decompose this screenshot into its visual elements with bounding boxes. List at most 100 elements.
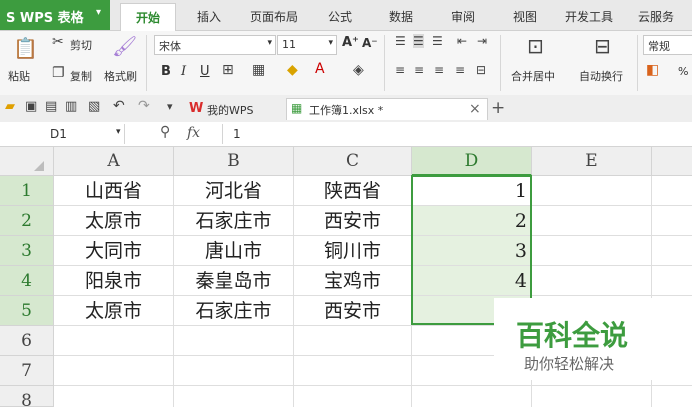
cell-d8[interactable] (412, 386, 532, 407)
cell-e1[interactable] (532, 176, 652, 206)
print-icon[interactable]: ▥ (65, 99, 77, 114)
format-painter-icon[interactable]: 🖌 (112, 34, 137, 58)
justify-icon[interactable]: ≡ (455, 63, 465, 77)
column-header-e[interactable]: E (532, 147, 652, 176)
number-format-select[interactable]: 常规 (643, 35, 692, 55)
cell-b3[interactable]: 唐山市 (174, 236, 294, 266)
select-all-corner[interactable] (0, 147, 54, 176)
insert-function-button[interactable]: fx (187, 125, 200, 141)
font-name-select[interactable]: 宋体 ▾ (154, 35, 276, 55)
cell-f8[interactable] (652, 386, 692, 407)
copy-button[interactable]: 复制 (70, 68, 92, 84)
cell-c4[interactable]: 宝鸡市 (294, 266, 412, 296)
menu-tab-cloud[interactable]: 云服务 (638, 8, 674, 25)
cell-c8[interactable] (294, 386, 412, 407)
cell-b1[interactable]: 河北省 (174, 176, 294, 206)
menu-tab-home[interactable]: 开始 (120, 3, 176, 32)
tab-workbook[interactable]: ▦ 工作簿1.xlsx * × (286, 98, 488, 120)
close-icon[interactable]: × (469, 101, 481, 117)
print-preview-icon[interactable]: ▧ (88, 99, 100, 114)
cell-e3[interactable] (532, 236, 652, 266)
column-header-f[interactable] (652, 147, 692, 176)
paste-icon[interactable]: 📋 (13, 36, 38, 60)
align-center-icon[interactable]: ≡ (414, 63, 424, 77)
menu-tab-view[interactable]: 视图 (513, 8, 537, 25)
cell-c3[interactable]: 铜川市 (294, 236, 412, 266)
row-header-4[interactable]: 4 (0, 266, 54, 296)
cell-c1[interactable]: 陕西省 (294, 176, 412, 206)
open-folder-icon[interactable]: ▰ (5, 99, 15, 114)
align-bottom-icon[interactable]: ☰ (432, 34, 443, 48)
column-header-a[interactable]: A (54, 147, 174, 176)
cell-a6[interactable] (54, 326, 174, 356)
cell-c5[interactable]: 西安市 (294, 296, 412, 326)
export-pdf-icon[interactable]: ▤ (45, 99, 57, 114)
cell-f4[interactable] (652, 266, 692, 296)
new-tab-button[interactable]: + (491, 98, 505, 118)
cell-b5[interactable]: 石家庄市 (174, 296, 294, 326)
menu-tab-insert[interactable]: 插入 (197, 8, 221, 25)
cell-a3[interactable]: 大同市 (54, 236, 174, 266)
scissors-icon[interactable]: ✂ (52, 34, 64, 50)
cell-a1[interactable]: 山西省 (54, 176, 174, 206)
menu-tab-developer[interactable]: 开发工具 (565, 8, 613, 25)
zoom-search-icon[interactable]: ⚲ (160, 124, 170, 140)
cell-b8[interactable] (174, 386, 294, 407)
merge-center-button[interactable]: 合并居中 (511, 68, 555, 84)
currency-icon[interactable]: ◧ (646, 62, 659, 78)
cell-f2[interactable] (652, 206, 692, 236)
font-grow-button[interactable]: A⁺ (342, 35, 359, 50)
formula-input[interactable]: 1 (222, 124, 692, 144)
wrap-text-icon[interactable]: ⊟ (594, 34, 611, 58)
menu-tab-page-layout[interactable]: 页面布局 (250, 8, 298, 25)
row-header-8[interactable]: 8 (0, 386, 54, 411)
cell-e4[interactable] (532, 266, 652, 296)
format-painter-button[interactable]: 格式刷 (104, 68, 137, 84)
align-left-icon[interactable]: ≡ (395, 63, 405, 77)
row-header-1[interactable]: 1 (0, 176, 54, 206)
row-header-6[interactable]: 6 (0, 326, 54, 356)
copy-icon[interactable]: ❐ (52, 65, 65, 81)
cell-d3[interactable]: 3 (412, 236, 532, 266)
cell-a8[interactable] (54, 386, 174, 407)
cell-a2[interactable]: 太原市 (54, 206, 174, 236)
customize-toolbar-icon[interactable]: ▾ (167, 100, 173, 113)
indent-increase-icon[interactable]: ⇥ (477, 34, 487, 48)
cell-e8[interactable] (532, 386, 652, 407)
merge-center-icon[interactable]: ⊡ (527, 34, 544, 58)
distribute-icon[interactable]: ⊟ (476, 63, 486, 77)
cell-f3[interactable] (652, 236, 692, 266)
tab-my-wps[interactable]: W 我的WPS (183, 98, 285, 119)
border-icon[interactable]: ⊞ (222, 62, 234, 78)
undo-icon[interactable]: ↶ (113, 98, 125, 114)
cell-d4[interactable]: 4 (412, 266, 532, 296)
indent-decrease-icon[interactable]: ⇤ (457, 34, 467, 48)
column-header-d[interactable]: D (412, 147, 532, 176)
wrap-text-button[interactable]: 自动换行 (579, 68, 623, 84)
wps-app-menu-button[interactable]: S WPS 表格 ▾ (0, 0, 110, 30)
cell-a5[interactable]: 太原市 (54, 296, 174, 326)
bold-button[interactable]: B (161, 64, 171, 79)
row-header-5[interactable]: 5 (0, 296, 54, 326)
percent-button[interactable]: % (678, 65, 688, 78)
cell-e2[interactable] (532, 206, 652, 236)
cell-a4[interactable]: 阳泉市 (54, 266, 174, 296)
save-icon[interactable]: ▣ (25, 99, 37, 114)
cell-b2[interactable]: 石家庄市 (174, 206, 294, 236)
cell-d2[interactable]: 2 (412, 206, 532, 236)
cell-f1[interactable] (652, 176, 692, 206)
menu-tab-data[interactable]: 数据 (389, 8, 413, 25)
row-header-2[interactable]: 2 (0, 206, 54, 236)
cell-c6[interactable] (294, 326, 412, 356)
cut-button[interactable]: 剪切 (70, 37, 92, 53)
align-top-icon[interactable]: ☰ (395, 34, 406, 48)
name-box[interactable]: D1 ▾ (0, 124, 125, 144)
redo-icon[interactable]: ↷ (138, 98, 150, 114)
row-header-3[interactable]: 3 (0, 236, 54, 266)
clear-format-icon[interactable]: ◈ (353, 62, 364, 78)
cell-b4[interactable]: 秦皇岛市 (174, 266, 294, 296)
align-middle-icon[interactable]: ☰ (413, 34, 424, 48)
underline-button[interactable]: U (200, 64, 210, 79)
highlight-icon[interactable]: ◆ (287, 62, 298, 78)
align-right-icon[interactable]: ≡ (434, 63, 444, 77)
